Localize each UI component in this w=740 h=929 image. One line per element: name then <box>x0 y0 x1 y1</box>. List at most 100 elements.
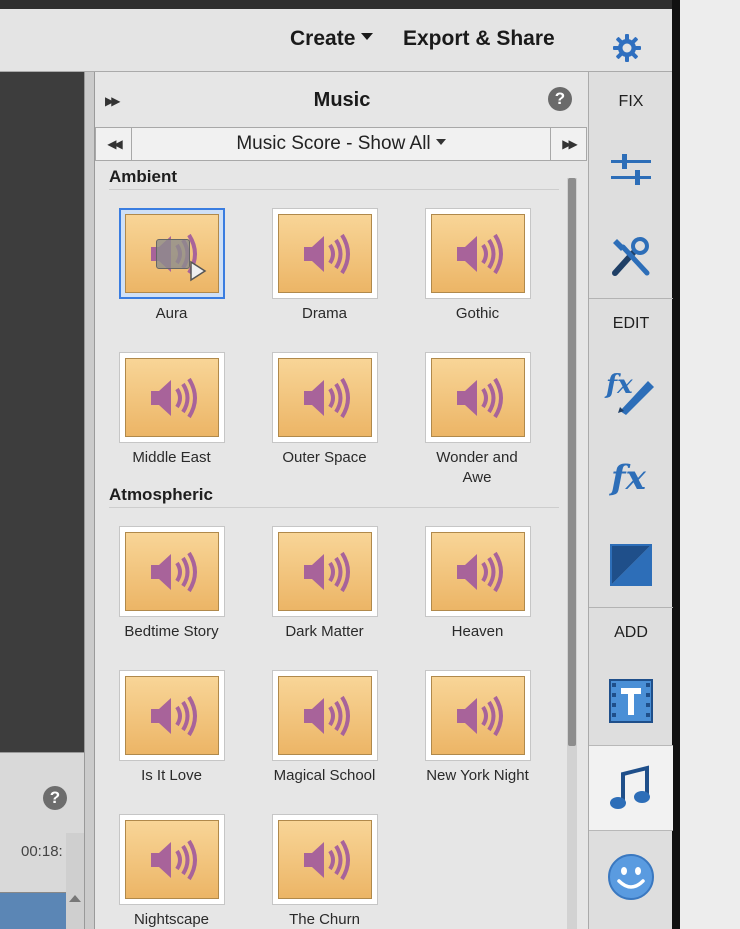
music-thumbnail[interactable] <box>118 526 225 617</box>
music-thumbnail[interactable] <box>271 352 378 443</box>
speaker-icon <box>150 695 197 737</box>
music-tile-new-york-night[interactable]: New York Night <box>401 670 554 786</box>
speaker-icon <box>150 377 197 419</box>
music-thumbnail[interactable] <box>118 352 225 443</box>
action-toolbar: FIX EDIT fx fx ADD <box>588 72 673 929</box>
speaker-icon <box>303 233 350 275</box>
fx-edit-icon[interactable]: fx <box>589 348 673 434</box>
next-category-icon[interactable]: ▶▶ <box>550 128 586 160</box>
music-tile-nightscape[interactable]: Nightscape <box>95 814 248 929</box>
top-bar: Create Export & Share <box>0 0 672 72</box>
music-thumbnail[interactable] <box>118 670 225 761</box>
music-tile-label: The Churn <box>289 911 360 928</box>
music-thumbnail[interactable] <box>271 814 378 905</box>
music-grid: Ambient Aura Drama Gothic Middle East Ou… <box>95 161 589 929</box>
category-bar: ◀◀ Music Score - Show All ▶▶ <box>95 127 587 161</box>
section-title: Ambient <box>109 167 559 190</box>
panel-divider[interactable] <box>84 72 94 929</box>
music-tile-label: Bedtime Story <box>124 623 219 640</box>
music-tile-label: Heaven <box>451 623 504 640</box>
panel-header: ▶▶ Music ? <box>95 72 589 127</box>
fix-group-label: FIX <box>618 93 644 110</box>
previous-category-icon[interactable]: ◀◀ <box>96 128 132 160</box>
panel-scrollbar[interactable] <box>567 178 577 929</box>
music-tile-outer-space[interactable]: Outer Space <box>248 352 401 468</box>
timeline-track[interactable] <box>0 893 66 929</box>
timeline-ruler <box>0 873 66 893</box>
scrollbar-thumb[interactable] <box>568 178 576 746</box>
music-tile-is-it-love[interactable]: Is It Love <box>95 670 248 786</box>
time-readout: 00:18: <box>21 843 63 860</box>
music-tile-gothic[interactable]: Gothic <box>401 208 554 324</box>
speaker-icon <box>150 839 197 881</box>
help-icon[interactable]: ? <box>548 87 572 111</box>
music-tile-heaven[interactable]: Heaven <box>401 526 554 642</box>
window-edge <box>672 0 740 929</box>
music-tile-label: Aura <box>155 305 188 322</box>
music-tile-label: Gothic <box>455 305 500 322</box>
music-thumbnail[interactable] <box>424 526 531 617</box>
section-title: Atmospheric <box>109 485 559 508</box>
music-tile-the-churn[interactable]: The Churn <box>248 814 401 929</box>
fx-icon[interactable]: fx <box>589 434 673 520</box>
graphics-smiley-icon[interactable] <box>589 834 673 920</box>
add-group-label: ADD <box>614 624 648 641</box>
music-thumbnail[interactable] <box>271 526 378 617</box>
speaker-icon <box>303 839 350 881</box>
music-tile-magical-school[interactable]: Magical School <box>248 670 401 786</box>
speaker-icon <box>456 695 503 737</box>
svg-text:fx: fx <box>609 458 647 497</box>
music-thumbnail[interactable] <box>424 352 531 443</box>
export-share-menu[interactable]: Export & Share <box>403 27 555 51</box>
panel-title: Music <box>313 89 371 111</box>
speaker-icon <box>456 377 503 419</box>
music-thumbnail[interactable] <box>118 208 225 299</box>
music-thumbnail[interactable] <box>271 208 378 299</box>
music-note-icon[interactable] <box>589 745 673 831</box>
play-icon[interactable] <box>155 239 206 282</box>
music-tile-label: Dark Matter <box>285 623 364 640</box>
music-thumbnail[interactable] <box>118 814 225 905</box>
title-text-icon[interactable] <box>589 658 673 744</box>
speaker-icon <box>456 233 503 275</box>
music-tile-middle-east[interactable]: Middle East <box>95 352 248 468</box>
music-thumbnail[interactable] <box>424 670 531 761</box>
music-tile-wonder-and-awe[interactable]: Wonder and Awe <box>401 352 554 488</box>
category-dropdown[interactable]: Music Score - Show All <box>132 128 550 160</box>
music-thumbnail[interactable] <box>424 208 531 299</box>
music-tile-label: Wonder and Awe <box>436 449 518 486</box>
tools-icon[interactable] <box>589 214 673 300</box>
adjust-sliders-icon[interactable] <box>589 128 673 214</box>
music-tile-label: Magical School <box>273 767 376 784</box>
music-tile-label: Nightscape <box>133 911 210 928</box>
music-tile-aura[interactable]: Aura <box>95 208 248 324</box>
edit-group-label: EDIT <box>612 315 650 332</box>
create-label: Create <box>290 27 356 50</box>
music-tile-label: Middle East <box>132 449 211 466</box>
timeline-scrollbar[interactable] <box>66 833 84 929</box>
category-label: Music Score - Show All <box>236 133 431 154</box>
speaker-icon <box>456 551 503 593</box>
chevron-down-icon <box>435 138 446 145</box>
timeline-area: ? 00:18: <box>0 752 84 929</box>
chevron-down-icon <box>361 32 374 40</box>
transitions-icon[interactable] <box>589 522 673 608</box>
music-tile-label: Outer Space <box>282 449 367 466</box>
music-tile-bedtime-story[interactable]: Bedtime Story <box>95 526 248 642</box>
music-panel: ▶▶ Music ? ◀◀ Music Score - Show All ▶▶ … <box>94 72 588 929</box>
music-tile-dark-matter[interactable]: Dark Matter <box>248 526 401 642</box>
speaker-icon <box>303 377 350 419</box>
timeline-help-icon[interactable]: ? <box>43 786 67 810</box>
speaker-icon <box>150 551 197 593</box>
app-window: Create Export & Share ? 00:18: ▶▶ Music … <box>0 0 740 929</box>
music-tile-label: Drama <box>301 305 347 322</box>
speaker-icon <box>303 695 350 737</box>
music-tile-drama[interactable]: Drama <box>248 208 401 324</box>
music-tile-label: New York Night <box>426 767 529 784</box>
music-thumbnail[interactable] <box>271 670 378 761</box>
gear-icon[interactable] <box>612 33 642 68</box>
scroll-up-icon[interactable] <box>69 895 81 902</box>
create-menu[interactable]: Create <box>290 27 374 51</box>
speaker-icon <box>303 551 350 593</box>
svg-text:fx: fx <box>604 370 633 400</box>
